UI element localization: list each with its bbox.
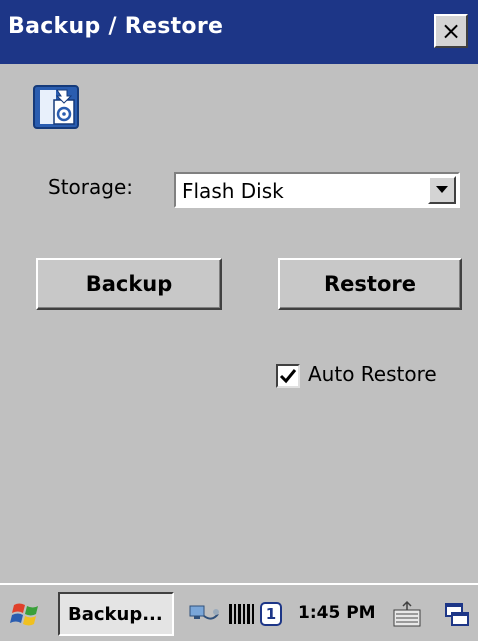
- chevron-down-icon: [436, 186, 448, 193]
- switch-windows-icon[interactable]: [444, 602, 470, 628]
- auto-restore-checkbox[interactable]: [276, 364, 300, 388]
- auto-restore-label: Auto Restore: [308, 362, 437, 386]
- input-mode-indicator[interactable]: 1: [260, 602, 282, 626]
- backup-button[interactable]: Backup: [36, 258, 222, 310]
- checkmark-icon: [279, 369, 297, 384]
- title-bar: Backup / Restore ×: [0, 0, 478, 64]
- storage-selected-value: Flash Disk: [182, 179, 284, 203]
- close-icon: ×: [440, 17, 462, 45]
- clock[interactable]: 1:45 PM: [298, 603, 376, 623]
- backup-button-label: Backup: [85, 272, 173, 296]
- dropdown-arrow-button[interactable]: [428, 176, 456, 204]
- restore-button[interactable]: Restore: [278, 258, 462, 310]
- windows-start-icon[interactable]: [10, 599, 44, 629]
- backup-restore-icon: [33, 85, 79, 129]
- window-title: Backup / Restore: [8, 14, 224, 39]
- system-tray: 1 1:45 PM: [178, 592, 469, 636]
- network-icon[interactable]: [188, 602, 220, 626]
- storage-label: Storage:: [48, 175, 133, 199]
- storage-dropdown[interactable]: Flash Disk: [174, 172, 460, 208]
- barcode-icon[interactable]: [228, 604, 254, 624]
- keyboard-icon[interactable]: [392, 600, 422, 628]
- taskbar: Backup... 1 1:45 PM: [0, 583, 478, 641]
- task-button-label: Backup...: [68, 603, 163, 625]
- task-button-backup[interactable]: Backup...: [58, 592, 174, 636]
- restore-button-label: Restore: [324, 272, 416, 296]
- close-button[interactable]: ×: [434, 14, 468, 48]
